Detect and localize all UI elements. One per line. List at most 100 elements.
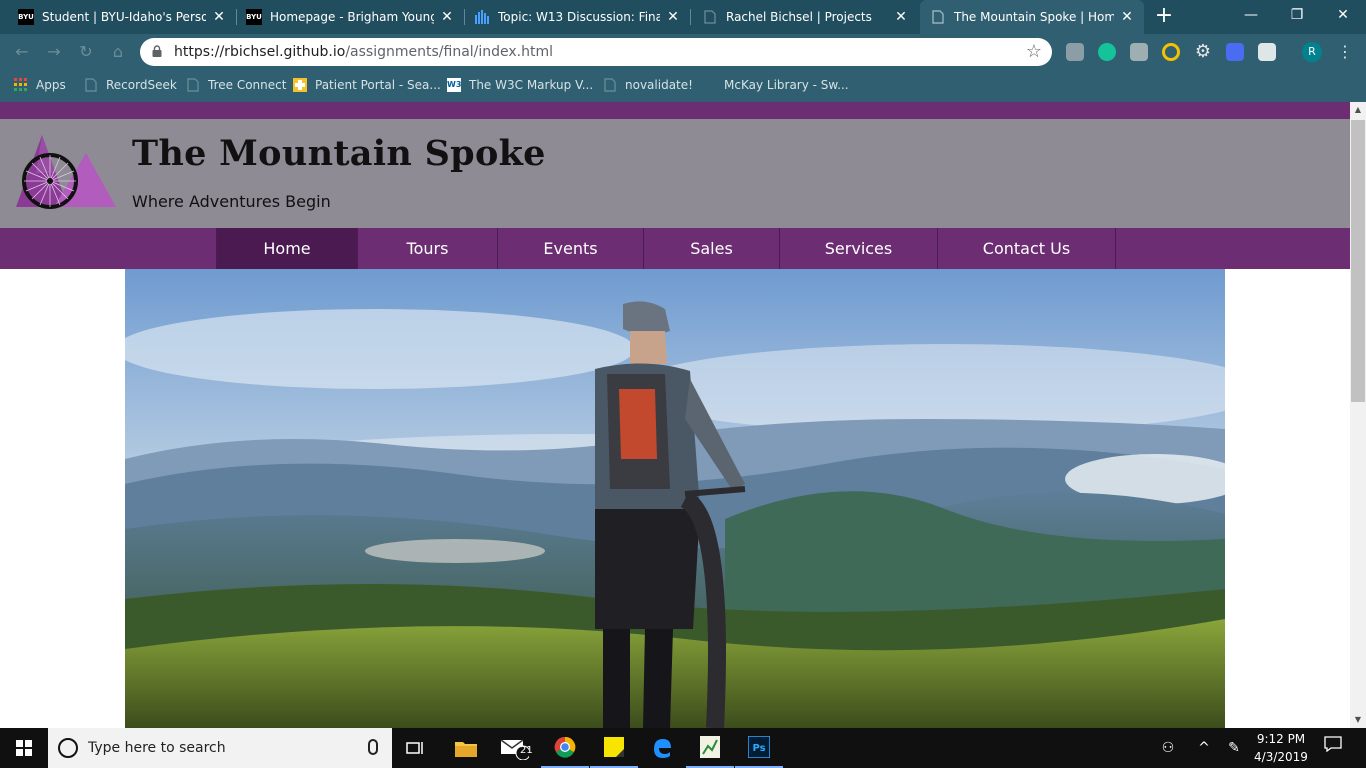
address-bar[interactable]: https://rbichsel.github.io/assignments/f…: [140, 38, 1052, 66]
canvas-icon: [474, 9, 490, 25]
start-button[interactable]: [0, 728, 48, 768]
scroll-down-arrow-icon[interactable]: ▼: [1350, 712, 1366, 728]
byui-icon: BYU: [246, 9, 262, 25]
pen-icon[interactable]: ✎: [1222, 728, 1246, 768]
grammarly-icon[interactable]: [1098, 43, 1116, 61]
minimize-button[interactable]: —: [1228, 0, 1274, 30]
page-icon: [930, 9, 946, 25]
w3c-icon: W3: [447, 78, 461, 92]
mail-icon[interactable]: 21: [490, 728, 538, 768]
url-text: https://rbichsel.github.io/assignments/f…: [174, 38, 553, 66]
web-page: The Mountain Spoke Where Adventures Begi…: [0, 102, 1350, 728]
tab-projects[interactable]: Rachel Bichsel | Projects ✕: [692, 0, 918, 34]
svg-text:Ps: Ps: [752, 743, 765, 754]
gear-icon[interactable]: ⚙: [1194, 43, 1212, 61]
tab-title: Student | BYU-Idaho's Personal: [42, 10, 206, 24]
bookmark-label: McKay Library - Sw...: [724, 78, 849, 92]
taskbar-search-box[interactable]: Type here to search: [48, 728, 392, 768]
nav-services[interactable]: Services: [780, 228, 938, 269]
back-button[interactable]: ←: [12, 42, 32, 62]
tab-byu-homepage[interactable]: BYU Homepage - Brigham Young U ✕: [236, 0, 464, 34]
extension-cube-icon[interactable]: [1258, 43, 1276, 61]
scrollbar-thumb[interactable]: [1351, 120, 1365, 402]
forward-button[interactable]: →: [44, 42, 64, 62]
people-icon[interactable]: ⚇: [1156, 728, 1180, 768]
bookmark-novalidate[interactable]: novalidate!: [603, 70, 693, 100]
tab-separator: [690, 9, 691, 25]
tab-title: Rachel Bichsel | Projects: [726, 10, 872, 24]
bookmark-w3c-validator[interactable]: W3 The W3C Markup V...: [447, 70, 593, 100]
url-path: /assignments/final/index.html: [345, 44, 554, 60]
site-tagline: Where Adventures Begin: [132, 192, 331, 211]
bookmark-star-icon[interactable]: ☆: [1026, 41, 1042, 62]
windows-taskbar: Type here to search 21 Ps ⚇ ^ ✎ 9:12 PM …: [0, 728, 1366, 768]
page-scrollbar[interactable]: ▲ ▼: [1350, 102, 1366, 728]
system-clock[interactable]: 9:12 PM 4/3/2019: [1248, 730, 1314, 766]
sticky-notes-icon[interactable]: [590, 728, 638, 768]
top-accent-bar: [0, 102, 1350, 119]
nav-home[interactable]: Home: [216, 228, 358, 269]
mail-badge: 21: [520, 745, 533, 756]
file-explorer-icon[interactable]: [442, 728, 490, 768]
microphone-icon[interactable]: [368, 739, 378, 755]
nav-sales[interactable]: Sales: [644, 228, 780, 269]
nav-contact-us[interactable]: Contact Us: [938, 228, 1116, 269]
bookmark-apps[interactable]: Apps: [14, 70, 66, 100]
main-nav: Home Tours Events Sales Services Contact…: [0, 228, 1350, 269]
close-icon[interactable]: ✕: [666, 9, 680, 25]
bookmark-recordseek[interactable]: RecordSeek: [84, 70, 177, 100]
bookmark-label: Apps: [36, 78, 66, 92]
bookmark-label: Patient Portal - Sea...: [315, 78, 441, 92]
home-button[interactable]: ⌂: [108, 42, 128, 62]
chevron-up-icon[interactable]: ^: [1192, 728, 1216, 768]
bookmark-label: RecordSeek: [106, 78, 177, 92]
edge-icon[interactable]: [638, 728, 686, 768]
page-icon: [85, 78, 97, 92]
scroll-up-arrow-icon[interactable]: ▲: [1350, 102, 1366, 118]
clock-time: 9:12 PM: [1256, 732, 1306, 746]
reload-button[interactable]: ↻: [76, 42, 96, 62]
nav-events[interactable]: Events: [498, 228, 644, 269]
browser-chrome: BYU Student | BYU-Idaho's Personal ✕ BYU…: [0, 0, 1366, 102]
tab-title: The Mountain Spoke | Homep: [954, 10, 1114, 24]
extension-icon[interactable]: [1162, 43, 1180, 61]
site-title: The Mountain Spoke: [132, 133, 546, 174]
bookmark-label: The W3C Markup V...: [469, 78, 594, 92]
close-icon[interactable]: ✕: [894, 9, 908, 25]
tab-mountain-spoke[interactable]: The Mountain Spoke | Homep ✕: [920, 0, 1144, 34]
windows-logo-icon: [16, 740, 32, 756]
extension-icon[interactable]: [1226, 43, 1244, 61]
photoshop-icon[interactable]: Ps: [735, 728, 783, 768]
bookmark-patient-portal[interactable]: Patient Portal - Sea...: [293, 70, 441, 100]
tab-title: Homepage - Brigham Young U: [270, 10, 434, 24]
toolbar: ← → ↻ ⌂ https://rbichsel.github.io/assig…: [0, 34, 1366, 70]
site-header: The Mountain Spoke Where Adventures Begi…: [0, 119, 1350, 228]
plus-cross-icon: [293, 78, 307, 92]
cortana-icon: [58, 738, 78, 758]
url-host: https://rbichsel.github.io: [174, 44, 346, 60]
tab-w13-discussion[interactable]: Topic: W13 Discussion: Final Pr ✕: [464, 0, 690, 34]
chrome-icon[interactable]: [541, 728, 589, 768]
restore-button[interactable]: ❐: [1274, 0, 1320, 30]
bookmark-mckay-library[interactable]: McKay Library - Sw...: [702, 70, 849, 100]
extension-icon[interactable]: [1130, 43, 1148, 61]
close-icon[interactable]: ✕: [1120, 9, 1134, 25]
mountain-bike-logo[interactable]: [16, 133, 116, 209]
task-view-icon[interactable]: [392, 728, 440, 768]
tab-byui-personal[interactable]: BYU Student | BYU-Idaho's Personal ✕: [8, 0, 236, 34]
nav-tours[interactable]: Tours: [358, 228, 498, 269]
new-tab-button[interactable]: +: [1152, 5, 1176, 29]
close-icon[interactable]: ✕: [212, 9, 226, 25]
close-icon[interactable]: ✕: [440, 9, 454, 25]
clock-date: 4/3/2019: [1254, 750, 1308, 764]
menu-kebab-icon[interactable]: ⋮: [1336, 43, 1354, 61]
bookmark-tree-connect[interactable]: Tree Connect: [186, 70, 286, 100]
lock-icon: [152, 45, 162, 57]
search-placeholder: Type here to search: [88, 740, 226, 756]
close-window-button[interactable]: ✕: [1320, 0, 1366, 30]
spreadsheet-app-icon[interactable]: [686, 728, 734, 768]
bookmarks-bar: Apps RecordSeek Tree Connect Patient Por…: [0, 70, 1366, 100]
extension-cast-icon[interactable]: [1066, 43, 1084, 61]
notification-icon[interactable]: [1318, 728, 1348, 768]
profile-avatar[interactable]: R: [1302, 42, 1322, 62]
